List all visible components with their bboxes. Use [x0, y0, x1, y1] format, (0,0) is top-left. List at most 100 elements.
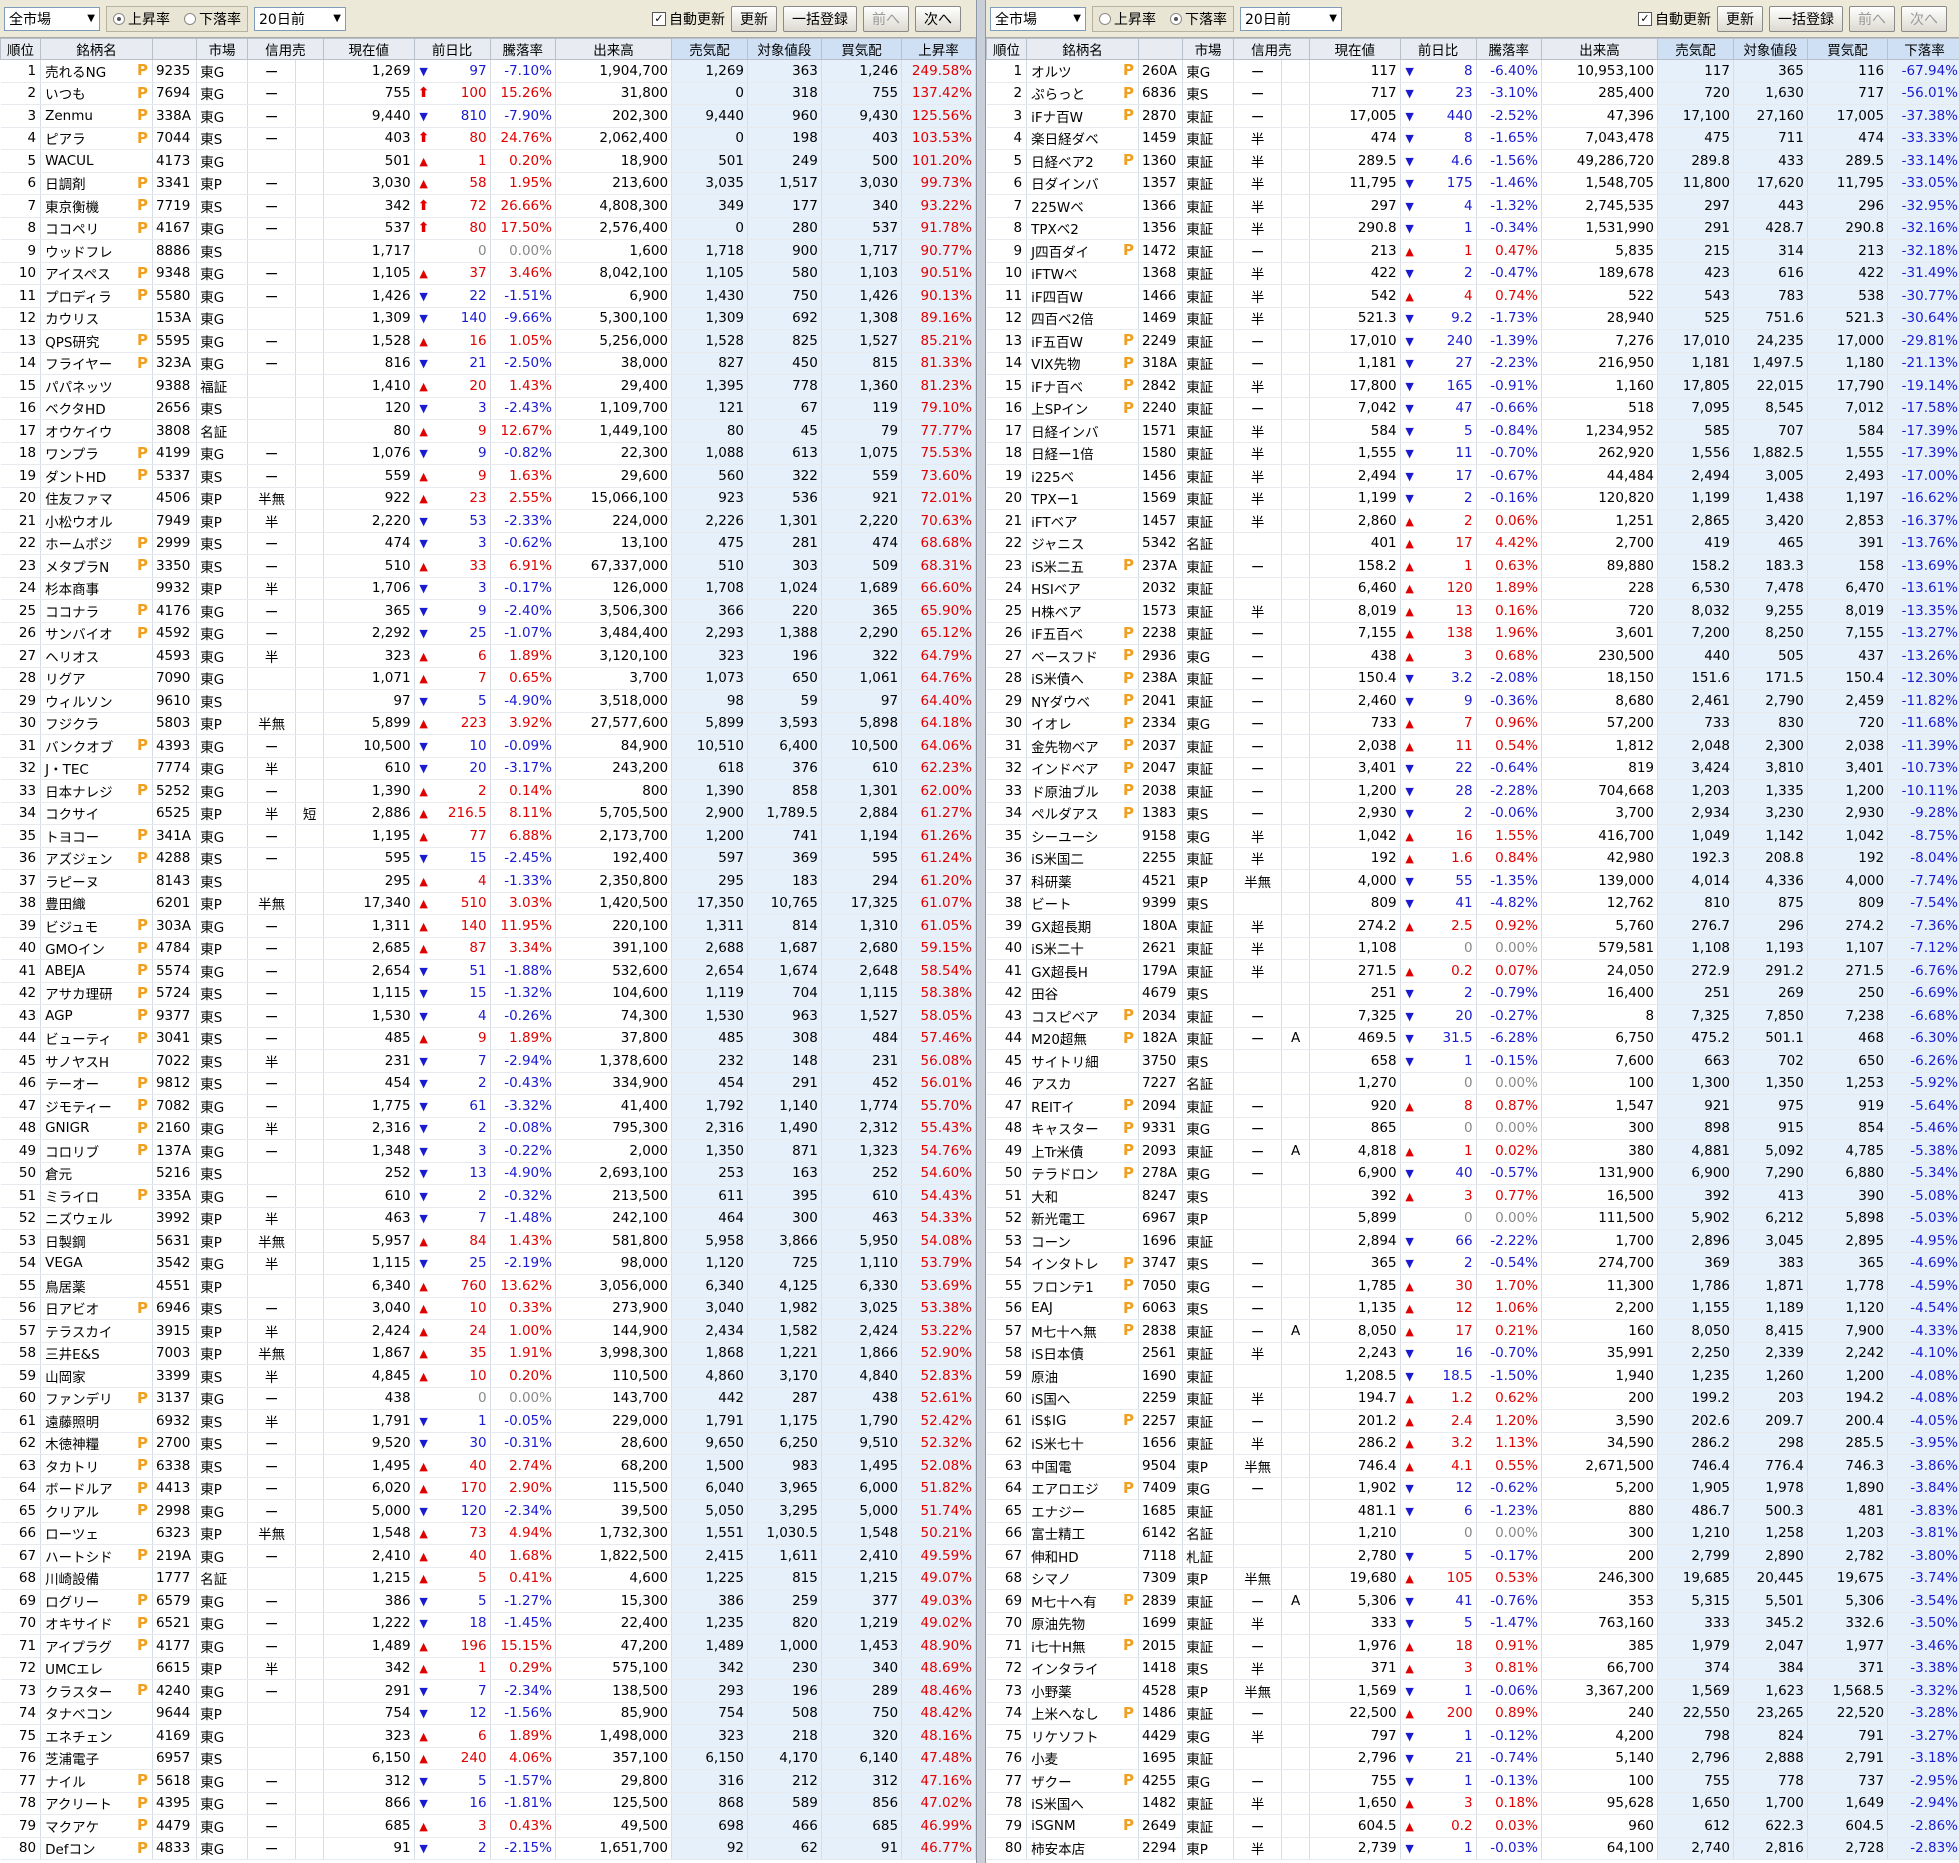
stock-name[interactable]: iSGNM [1031, 1818, 1076, 1834]
panel-splitter[interactable] [976, 0, 986, 1863]
radio-losers[interactable]: 下落率 [184, 9, 241, 29]
stock-name-cell[interactable]: iFTベア [1026, 509, 1139, 533]
stock-name[interactable]: クリアル [45, 1505, 99, 1521]
rate-header[interactable]: 騰落率 [489, 38, 556, 60]
next-button[interactable]: 次へ [1901, 6, 1947, 32]
stock-name-cell[interactable]: コロリブ P [40, 1139, 153, 1163]
table-row[interactable]: 37 ラピーヌ 8143 東S 295 ▲ 4 -1.33% 2,350,800 295 183 29… [0, 869, 976, 893]
stock-name-cell[interactable]: サイトリ細 [1026, 1049, 1139, 1073]
stock-name[interactable]: 木徳神糧 [45, 1437, 99, 1453]
table-row[interactable]: 4 ピアラ P 7044 東S ー 403 ⬆ 80 24.76% 2,062,400 0 198 403… [0, 127, 976, 150]
stock-name[interactable]: ミライロ [45, 1190, 99, 1206]
stock-name-cell[interactable]: iS米二五 P [1026, 554, 1139, 578]
stock-name[interactable]: フジクラ [45, 717, 99, 733]
update-button[interactable]: 更新 [1717, 6, 1763, 32]
table-row[interactable]: 6 日調剤 P 3341 東P ー 3,030 ▲ 58 1.95% 213,600 3,035 1,5… [0, 172, 976, 195]
market-header[interactable]: 市場 [1182, 38, 1234, 60]
stock-name[interactable]: TPXベ2 [1031, 222, 1079, 238]
stock-name[interactable]: 小松ウオル [45, 515, 113, 531]
stock-name-cell[interactable]: インタライ [1026, 1657, 1139, 1680]
stock-name[interactable]: ぷらっと [1031, 87, 1085, 103]
table-row[interactable]: 27 ヘリオス 4593 東G 半 323 ▲ 6 1.89% 3,120,100 323 196 32… [0, 644, 976, 668]
stock-name-cell[interactable]: 日製鋼 [40, 1229, 153, 1253]
radio-gainers[interactable]: 上昇率 [1099, 9, 1156, 29]
stock-name[interactable]: ベースフド [1031, 650, 1098, 666]
table-row[interactable]: 54 VEGA 3542 東G 半 1,115 ▼ 25 -2.19% 98,000 1,120 72… [0, 1252, 976, 1275]
table-row[interactable]: 38 豊田織 6201 東P 半無 17,340 ▲ 510 3.03% 1,420,500 17,… [0, 892, 976, 915]
stock-name-cell[interactable]: i七十H無 P [1026, 1634, 1139, 1658]
table-row[interactable]: 53 コーン 1696 東証 2,894 ▼ 66 -2.22% 1,700 2,896 3,045… [986, 1229, 1959, 1253]
table-row[interactable]: 75 リケソフト 4429 東G 半 797 ▼ 1 -0.12% 4,200 798 824 791-… [986, 1724, 1959, 1748]
table-row[interactable]: 41 GX超長H 179A 東証半 271.5 ▲ 0.2 0.07% 24,050 272.9 2… [986, 959, 1959, 983]
table-row[interactable]: 5 日経ベア2 P 1360 東証半 289.5 ▼ 4.6 -1.56% 49,286,720 2… [986, 149, 1959, 173]
table-row[interactable]: 49 上Tr米債 P 2093 東証ー A 4,818 ▲ 1 0.02% 380 4,881 5,09… [986, 1139, 1959, 1163]
table-row[interactable]: 26 iF五百ベ P 2238 東証ー 7,155 ▲ 138 1.96% 3,601 7,200 8… [986, 622, 1959, 645]
stock-name[interactable]: ラピーヌ [45, 875, 99, 891]
stock-name-cell[interactable]: ホームポジ P [40, 532, 153, 555]
stock-name[interactable]: シマノ [1031, 1572, 1071, 1588]
stock-name[interactable]: インタトレ [1031, 1257, 1099, 1273]
table-row[interactable]: 61 iS$IG P 2257 東証ー 201.2 ▲ 2.4 1.20% 3,590 202.6 2… [986, 1409, 1959, 1433]
table-row[interactable]: 21 iFTベア 1457 東証半 2,860 ▲ 2 0.06% 1,251 2,865 3,42… [986, 509, 1959, 533]
table-row[interactable]: 52 新光電工 6967 東P 5,899 0 0.00% 111,500 5,902 6,212… [986, 1207, 1959, 1230]
stock-name[interactable]: イオレ [1031, 717, 1072, 733]
stock-name-cell[interactable]: 鳥居薬 [40, 1274, 153, 1298]
table-row[interactable]: 49 コロリブ P 137A 東G ー 1,348 ▼ 3 -0.22% 2,000 1,350 871… [0, 1139, 976, 1163]
table-row[interactable]: 67 ハートシド P 219A 東G ー 2,410 ▲ 40 1.68% 1,822,500 2,4… [0, 1544, 976, 1568]
stock-name[interactable]: アズジェン [45, 852, 113, 868]
ask-header[interactable]: 売気配 [1657, 38, 1734, 60]
table-row[interactable]: 2 いつも P 7694 東G ー 755 ⬆ 100 15.26% 31,800 0 318 755 13… [0, 82, 976, 105]
stock-name[interactable]: 日経インバ [1031, 425, 1099, 441]
table-row[interactable]: 37 科研薬 4521 東P 半無 4,000 ▼ 55 -1.35% 139,000 4,014 4… [986, 869, 1959, 893]
table-row[interactable]: 19 ダントHD P 5337 東S ー 559 ▲ 9 1.63% 29,600 560 322 559… [0, 464, 976, 488]
stock-name[interactable]: GX超長期 [1031, 920, 1091, 936]
stock-name-cell[interactable]: ウィルソン [40, 689, 153, 713]
stock-name[interactable]: ジャニス [1031, 537, 1084, 553]
table-row[interactable]: 51 大和 8247 東S 392 ▲ 3 0.77% 16,500 392 413 390 -5.08… [986, 1184, 1959, 1208]
table-row[interactable]: 77 ザクー P 4255 東G ー 755 ▼ 1 -0.13% 100 755 778 737 -2.9… [986, 1769, 1959, 1793]
stock-name[interactable]: カウリス [45, 312, 99, 328]
table-row[interactable]: 36 アズジェン P 4288 東S ー 595 ▼ 15 -2.45% 192,400 597 369… [0, 847, 976, 870]
stock-name-cell[interactable]: ココペリ P [40, 217, 153, 240]
stock-name-cell[interactable]: 中国電 [1026, 1454, 1139, 1478]
stock-name[interactable]: 原油先物 [1031, 1617, 1085, 1633]
price-header[interactable]: 現在値 [1308, 38, 1401, 60]
stock-name[interactable]: テラドロン [1031, 1167, 1099, 1183]
stock-name[interactable]: QPS研究 [45, 335, 99, 351]
table-row[interactable]: 16 上SPイン P 2240 東証ー 7,042 ▼ 47 -0.66% 518 7,095 8,5… [986, 397, 1959, 420]
table-row[interactable]: 76 小麦 1695 東証 2,796 ▼ 21 -0.74% 5,140 2,796 2,888 2… [986, 1747, 1959, 1770]
table-row[interactable]: 80 Defコン P 4833 東G ー 91 ▼ 2 -2.15% 1,651,700 92 62 91… [0, 1837, 976, 1860]
table-row[interactable]: 12 四百ベ2倍 1469 東証半 521.3 ▼ 9.2 -1.73% 28,940 525 75… [986, 307, 1959, 330]
stock-name-cell[interactable]: 豊田織 [40, 892, 153, 915]
stock-name-cell[interactable]: J四百ダイ P [1026, 239, 1139, 263]
stock-name[interactable]: コクサイ [45, 807, 99, 823]
stock-name[interactable]: 日ダインバ [1031, 177, 1099, 193]
stock-name-cell[interactable]: オルツ P [1026, 59, 1139, 83]
stock-name[interactable]: トヨコー [45, 830, 99, 846]
stock-name-cell[interactable]: タナベコン [40, 1702, 153, 1725]
stock-name[interactable]: 富士精工 [1031, 1527, 1085, 1543]
stock-name[interactable]: ワンプラ [45, 447, 99, 463]
table-row[interactable]: 16 ベクタHD 2656 東S 120 ▼ 3 -2.43% 1,109,700 121 67 11… [0, 397, 976, 420]
table-row[interactable]: 68 川崎設備 1777 名証 1,215 ▲ 5 0.41% 4,600 1,225 815 1,2… [0, 1567, 976, 1590]
stock-name[interactable]: 日調剤 [45, 177, 86, 193]
bulk-register-button[interactable]: 一括登録 [1769, 6, 1843, 32]
stock-name-cell[interactable]: フライヤー P [40, 352, 153, 375]
auto-update-checkbox[interactable]: ✓ 自動更新 [652, 9, 725, 29]
table-row[interactable]: 45 サノヤスH 7022 東S 半 231 ▼ 7 -2.94% 1,378,600 232 148… [0, 1049, 976, 1073]
stock-name[interactable]: 伸和HD [1031, 1550, 1079, 1566]
stock-name[interactable]: 住友ファマ [45, 492, 113, 508]
stock-name-cell[interactable]: ベースフド P [1026, 644, 1139, 668]
table-row[interactable]: 10 iFTWベ 1368 東証半 422 ▼ 2 -0.47% 189,678 423 616 42… [986, 262, 1959, 285]
table-row[interactable]: 1 オルツ P 260A 東G ー 117 ▼ 8 -6.40% 10,953,100 117 365 1… [986, 59, 1959, 83]
stock-name-cell[interactable]: フジクラ [40, 712, 153, 735]
stock-name[interactable]: ウィルソン [45, 695, 113, 711]
table-row[interactable]: 21 小松ウオル 7949 東P 半 2,220 ▼ 53 -2.33% 224,000 2,226… [0, 509, 976, 533]
table-row[interactable]: 65 クリアル P 2998 東G ー 5,000 ▼ 120 -2.34% 39,500 5,050… [0, 1499, 976, 1523]
table-row[interactable]: 23 iS米二五 P 237A 東証ー 158.2 ▲ 1 0.63% 89,880 158.2 18… [986, 554, 1959, 578]
name-header[interactable]: 銘柄名 [1026, 38, 1139, 60]
stock-name-cell[interactable]: ビジュモ P [40, 914, 153, 938]
table-row[interactable]: 12 カウリス 153A 東G 1,309 ▼ 140 -9.66% 5,300,100 1,30… [0, 307, 976, 330]
stock-name[interactable]: 上Tr米債 [1031, 1145, 1083, 1161]
stock-name-cell[interactable]: iS米七十 [1026, 1432, 1139, 1455]
